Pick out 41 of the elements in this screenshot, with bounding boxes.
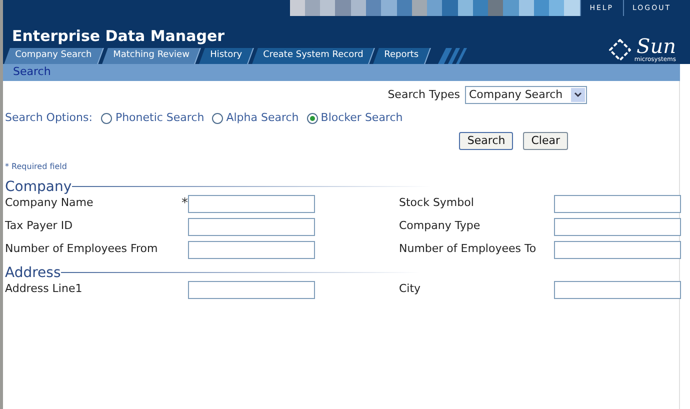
field-label: Address Line1 bbox=[5, 281, 84, 298]
nav-tab[interactable]: Matching Review bbox=[102, 48, 201, 64]
field-label: Company Name bbox=[5, 195, 94, 212]
nav-tab[interactable]: Create System Record bbox=[252, 48, 376, 64]
search-options-label: Search Options: bbox=[5, 110, 92, 126]
input-field[interactable] bbox=[554, 194, 681, 212]
field-label: Number of Employees From bbox=[5, 241, 159, 258]
input-field[interactable] bbox=[188, 240, 315, 258]
radio-option[interactable]: Alpha Search bbox=[212, 110, 299, 126]
action-button[interactable]: Search bbox=[459, 132, 514, 150]
nav-tab[interactable]: Reports bbox=[373, 48, 431, 64]
field-label: City bbox=[399, 281, 422, 298]
input-field[interactable] bbox=[554, 240, 681, 258]
input-field[interactable] bbox=[188, 218, 315, 236]
nav-tab[interactable]: Company Search bbox=[4, 48, 104, 64]
field-label: Tax Payer ID bbox=[5, 218, 74, 234]
radio-button[interactable] bbox=[101, 112, 112, 124]
input-field[interactable] bbox=[554, 218, 681, 236]
section-title: Address bbox=[5, 264, 61, 280]
input-field[interactable] bbox=[188, 194, 315, 212]
search-types-label: Search Types bbox=[388, 86, 460, 103]
app-title: Enterprise Data Manager bbox=[12, 26, 225, 46]
radio-button[interactable] bbox=[306, 112, 318, 124]
page-title: Search bbox=[13, 64, 51, 80]
chevron-down-icon bbox=[571, 88, 585, 102]
radio-button[interactable] bbox=[212, 112, 224, 124]
required-mark: * bbox=[182, 197, 188, 210]
diamond-logo-icon bbox=[609, 38, 632, 60]
field-label: Company Type bbox=[399, 218, 482, 234]
field-label: Stock Symbol bbox=[399, 195, 475, 212]
nav-tab[interactable]: History bbox=[199, 48, 254, 64]
required-note: * Required field bbox=[5, 160, 68, 172]
logo-name: Sun bbox=[636, 36, 676, 56]
action-button[interactable]: Clear bbox=[523, 132, 568, 150]
field-label: Number of Employees To bbox=[399, 241, 538, 258]
input-field[interactable] bbox=[554, 280, 681, 298]
search-types-dropdown[interactable]: Company Search bbox=[465, 86, 587, 104]
section-title: Company bbox=[5, 178, 72, 194]
radio-option[interactable]: Phonetic Search bbox=[101, 110, 204, 126]
input-field[interactable] bbox=[188, 280, 315, 298]
radio-option[interactable]: Blocker Search bbox=[306, 110, 403, 126]
